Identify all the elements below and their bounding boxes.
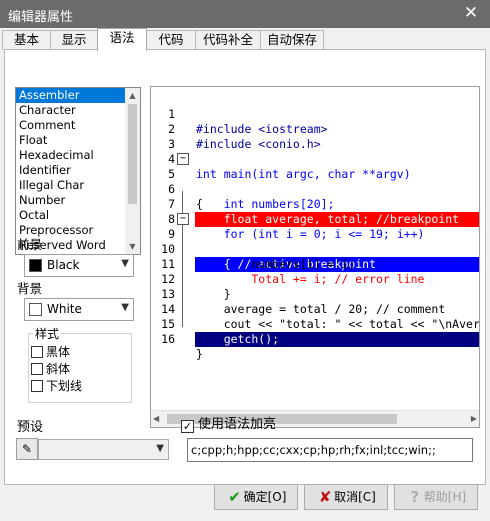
file-extensions-input[interactable]: c;cpp;h;hpp;cc;cxx;cp;hp;rh;fx;inl;tcc;w… — [187, 438, 473, 462]
code-line: 3 — [151, 122, 479, 151]
chevron-down-icon: ▼ — [121, 302, 129, 313]
list-item[interactable]: Assembler — [16, 88, 126, 103]
check-icon: ✔ — [228, 488, 241, 506]
code-line: 12 } — [151, 257, 479, 301]
close-icon[interactable]: ✕ — [462, 3, 480, 23]
tab-label: 代码补全 — [202, 32, 253, 47]
code-line-error: 11 Total += i; // error line — [151, 242, 479, 286]
code-line: 13 average = total / 20; // comment — [151, 272, 479, 316]
style-group: 样式 黑体 斜体 下划线 — [28, 325, 132, 403]
code-line: 6 int numbers[20]; — [151, 167, 479, 211]
code-line: 16 } — [151, 317, 479, 361]
title-bar: 编辑器属性 ✕ — [0, 0, 490, 28]
cross-icon: ✘ — [318, 488, 332, 506]
code-text: getch(); — [195, 332, 479, 347]
foreground-label: 前景 — [17, 237, 43, 252]
foreground-value: Black — [47, 258, 80, 272]
code-line-active-breakpoint: 9 − { // active breakpoint — [151, 212, 479, 272]
foreground-swatch — [29, 259, 42, 272]
italic-label: 斜体 — [46, 362, 71, 376]
underline-label: 下划线 — [46, 379, 83, 393]
background-label: 背景 — [17, 281, 43, 296]
tab-autosave[interactable]: 自动保存 — [260, 30, 324, 50]
underline-checkbox[interactable]: 下划线 — [31, 377, 82, 394]
checkbox-box — [31, 363, 43, 375]
code-line: 14 cout << "total: " << total << "\nAver… — [151, 287, 479, 331]
tab-display[interactable]: 显示 — [50, 30, 98, 50]
tab-label: 代码 — [158, 32, 184, 47]
code-line: 8 for (int i = 0; i <= 19; i++) — [151, 197, 479, 241]
tab-strip: 基本 显示 语法 代码 代码补全 自动保存 — [0, 28, 490, 51]
code-line: 1 #include <iostream> — [151, 92, 479, 136]
checkbox-box — [31, 346, 43, 358]
tab-label: 自动保存 — [266, 32, 317, 47]
code-line-breakpoint: 7 float average, total; //breakpoint — [151, 182, 479, 227]
use-syntax-label: 使用语法加亮 — [198, 417, 277, 432]
code-line-selected: 15 getch(); — [151, 302, 479, 347]
list-item[interactable]: Identifier — [16, 163, 126, 178]
style-legend: 样式 — [33, 325, 62, 342]
code-text: } — [196, 347, 203, 361]
code-line: 5 − { — [151, 152, 479, 211]
preset-save-icon[interactable]: ✎ — [16, 438, 38, 460]
dialog-body: 基本 显示 语法 代码 代码补全 自动保存 Assembler Characte… — [0, 28, 490, 521]
list-scrollbar[interactable]: ▲ ▼ — [125, 88, 140, 254]
list-item[interactable]: Illegal Char — [16, 178, 126, 193]
cancel-button[interactable]: ✘ 取消[C] — [304, 484, 388, 510]
cancel-label: 取消[C] — [334, 490, 376, 504]
fold-collapse-icon[interactable]: − — [177, 213, 189, 225]
background-value: White — [47, 302, 82, 316]
scroll-right-icon[interactable]: ▶ — [471, 414, 477, 423]
ok-button[interactable]: ✔ 确定[O] — [214, 484, 298, 510]
preset-label: 预设 — [17, 420, 44, 435]
bold-checkbox[interactable]: 黑体 — [31, 343, 70, 360]
code-line: 2 #include <conio.h> — [151, 107, 479, 151]
syntax-element-list[interactable]: Assembler Character Comment Float Hexade… — [15, 87, 141, 255]
help-icon: ? — [410, 488, 420, 506]
code-line: 10 numbers[i] = i; — [151, 227, 479, 271]
tab-code-completion[interactable]: 代码补全 — [195, 30, 261, 50]
tab-syntax[interactable]: 语法 — [97, 28, 147, 51]
list-item[interactable]: Comment — [16, 118, 126, 133]
tab-code[interactable]: 代码 — [146, 30, 196, 50]
checkbox-box — [31, 380, 43, 392]
list-item[interactable]: Octal — [16, 208, 126, 223]
italic-checkbox[interactable]: 斜体 — [31, 360, 70, 377]
check-icon: ✓ — [181, 420, 194, 433]
background-select[interactable]: White ▼ — [24, 298, 134, 321]
tab-label: 语法 — [109, 30, 135, 45]
fold-collapse-icon[interactable]: − — [177, 153, 189, 165]
tab-label: 显示 — [61, 32, 87, 47]
list-item[interactable]: Character — [16, 103, 126, 118]
window-title: 编辑器属性 — [8, 10, 74, 25]
list-item[interactable]: Number — [16, 193, 126, 208]
tab-label: 基本 — [13, 32, 39, 47]
code-preview[interactable]: 1 #include <iostream> 2 #include <conio.… — [150, 86, 480, 428]
list-item[interactable]: Float — [16, 133, 126, 148]
ok-label: 确定[O] — [243, 490, 287, 504]
chevron-down-icon: ▼ — [156, 443, 164, 454]
scroll-thumb[interactable] — [128, 104, 137, 204]
bold-label: 黑体 — [46, 345, 71, 359]
code-line: 4 int main(int argc, char **argv) — [151, 137, 479, 181]
list-item[interactable]: Hexadecimal — [16, 148, 126, 163]
tab-basic[interactable]: 基本 — [2, 30, 51, 50]
background-swatch — [29, 303, 42, 316]
line-number: 16 — [161, 332, 175, 346]
scroll-down-icon[interactable]: ▼ — [125, 239, 140, 254]
help-label: 帮助[H] — [423, 490, 467, 504]
preset-select[interactable]: ▼ — [38, 439, 169, 460]
foreground-select[interactable]: Black ▼ — [24, 254, 134, 277]
scroll-up-icon[interactable]: ▲ — [125, 88, 140, 103]
help-button[interactable]: ? 帮助[H] — [394, 484, 478, 510]
use-syntax-checkbox[interactable]: ✓ 使用语法加亮 — [181, 413, 276, 433]
chevron-down-icon: ▼ — [121, 258, 129, 269]
scroll-left-icon[interactable]: ◀ — [153, 414, 159, 423]
